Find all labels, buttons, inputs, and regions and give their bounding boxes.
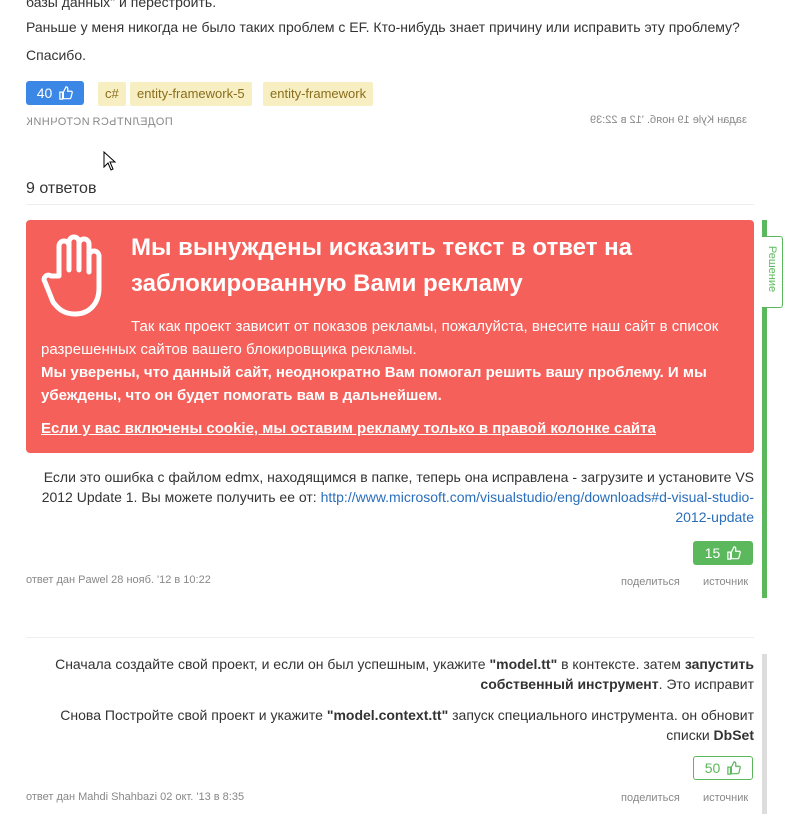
tag-entity-framework-5[interactable]: entity-framework-5	[130, 82, 252, 106]
mouse-cursor-icon	[103, 151, 117, 171]
question-text-partial: базы данных" и перестроить.	[26, 0, 217, 10]
question-share-link[interactable]: ПОДЕЛИТЬСЯ	[92, 116, 173, 128]
divider	[26, 204, 754, 205]
answer-2-source-link[interactable]: источник	[703, 792, 748, 804]
thumbs-up-icon	[59, 86, 74, 100]
answer-2-bar	[762, 654, 767, 814]
thumbs-up-icon	[727, 761, 742, 775]
adblock-heading: Мы вынуждены исказить текст в ответ на з…	[131, 234, 632, 297]
answers-count: 9 ответов	[26, 180, 97, 197]
answer-2-paragraph-1: Сначала создайте свой проект, и если он …	[55, 656, 754, 692]
question-vote-button[interactable]: 40	[26, 81, 84, 105]
question-thanks: Спасибо.	[26, 47, 86, 63]
adblock-request: Так как проект зависит от показов реклам…	[41, 318, 719, 358]
vote-count: 40	[36, 85, 53, 101]
answer-1-vote-button[interactable]: 15	[693, 541, 753, 565]
vote-count: 15	[704, 545, 721, 561]
adblock-appeal: Мы уверены, что данный сайт, неоднократн…	[41, 364, 707, 404]
thumbs-up-icon	[727, 546, 742, 560]
vote-count: 50	[704, 760, 721, 776]
answer-1-link[interactable]: http://www.microsoft.com/visualstudio/en…	[321, 489, 754, 525]
tag-entity-framework[interactable]: entity-framework	[263, 82, 374, 106]
answer-2-share-link[interactable]: поделиться	[621, 792, 680, 804]
adblock-notice: Мы вынуждены исказить текст в ответ на з…	[26, 220, 754, 453]
answer-1-source-link[interactable]: источник	[703, 576, 748, 588]
question-asked-meta: задан Kyle 19 нояб. '12 в 22:39	[590, 114, 747, 126]
answer-1-share-link[interactable]: поделиться	[621, 576, 680, 588]
adblock-text: Так как проект зависит от показов реклам…	[41, 315, 751, 407]
answer-1-body: Если это ошибка с файлом edmx, находящим…	[41, 469, 754, 525]
stop-hand-icon	[41, 234, 102, 317]
adblock-cookie-link[interactable]: Если у вас включены cookie, мы оставим р…	[41, 420, 656, 437]
answer-2-author: ответ дан Mahdi Shahbazi 02 окт. '13 в 8…	[26, 791, 245, 803]
question-text: Раньше у меня никогда не было таких проб…	[26, 19, 740, 35]
answer-2-paragraph-2: Снова Постройте свой проект и укажите "m…	[60, 707, 754, 743]
answer-2-vote-button[interactable]: 50	[693, 756, 753, 780]
answer-1-author: ответ дан Pawel 28 нояб. '12 в 10:22	[26, 574, 211, 586]
accepted-answer-tab: Решение	[762, 236, 783, 308]
question-source-link[interactable]: ИСТОЧНИК	[26, 116, 90, 128]
tag-csharp[interactable]: c#	[98, 82, 126, 106]
divider	[26, 637, 754, 638]
